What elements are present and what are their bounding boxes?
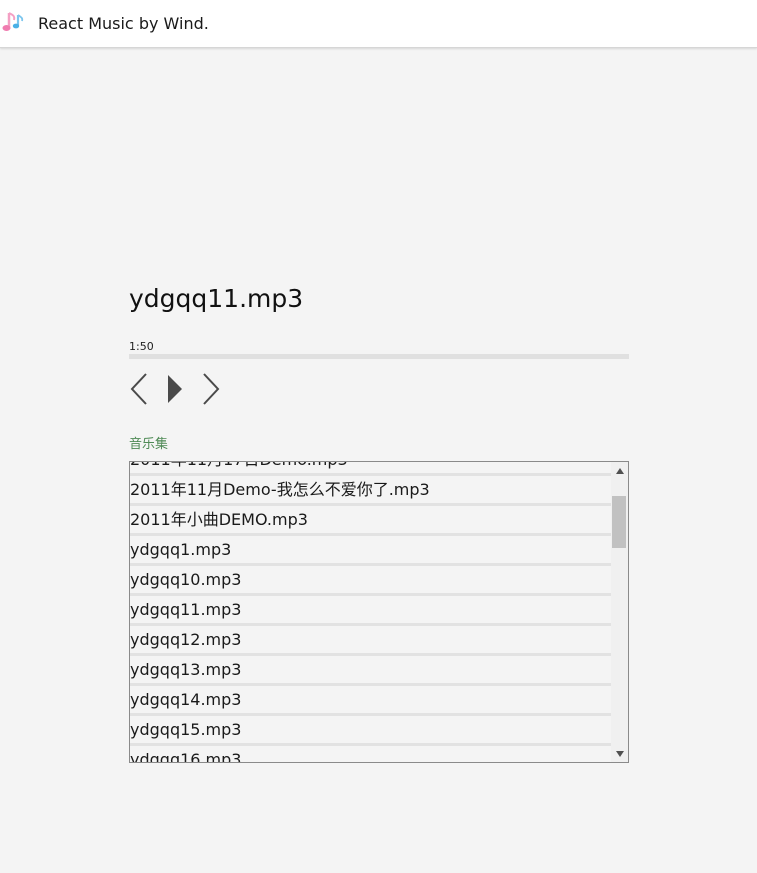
chevron-right-icon	[203, 373, 220, 405]
title-bar: React Music by Wind.	[0, 0, 757, 48]
scroll-down-arrow-icon[interactable]	[611, 745, 628, 762]
playlist-item[interactable]: ydgqq13.mp3	[130, 656, 611, 686]
playlist-item[interactable]: 2011年小曲DEMO.mp3	[130, 506, 611, 536]
current-song-title: ydgqq11.mp3	[129, 284, 304, 313]
playlist-label: 音乐集	[129, 437, 169, 452]
play-icon	[168, 375, 182, 403]
player-panel: ydgqq11.mp3 1:50 音乐集	[129, 278, 629, 452]
playlist-item[interactable]: ydgqq15.mp3	[130, 716, 611, 746]
playlist-item[interactable]: ydgqq16.mp3	[130, 746, 611, 762]
playlist-item[interactable]: ydgqq1.mp3	[130, 536, 611, 566]
playback-controls	[129, 372, 221, 406]
next-button[interactable]	[199, 372, 221, 406]
playlist-item[interactable]: 2011年11月17日Demo.mp3	[130, 462, 611, 476]
progress-bar[interactable]	[129, 354, 629, 359]
playlist-item[interactable]: 2011年11月Demo-我怎么不爱你了.mp3	[130, 476, 611, 506]
scroll-thumb[interactable]	[612, 496, 626, 548]
playlist-item[interactable]: ydgqq12.mp3	[130, 626, 611, 656]
chevron-left-icon	[130, 373, 147, 405]
playlist[interactable]: 2011年11月17日Demo.mp32011年11月Demo-我怎么不爱你了.…	[129, 461, 629, 763]
playlist-item[interactable]: ydgqq11.mp3	[130, 596, 611, 626]
playlist-items: 2011年11月17日Demo.mp32011年11月Demo-我怎么不爱你了.…	[130, 462, 611, 762]
scroll-up-arrow-icon[interactable]	[611, 462, 628, 479]
playlist-scrollbar[interactable]	[611, 462, 628, 762]
app-title: React Music by Wind.	[38, 14, 209, 33]
music-note-icon	[2, 10, 26, 36]
playlist-item[interactable]: ydgqq14.mp3	[130, 686, 611, 716]
previous-button[interactable]	[129, 372, 151, 406]
elapsed-time: 1:50	[129, 340, 154, 353]
play-button[interactable]	[165, 372, 185, 406]
playlist-item[interactable]: ydgqq10.mp3	[130, 566, 611, 596]
